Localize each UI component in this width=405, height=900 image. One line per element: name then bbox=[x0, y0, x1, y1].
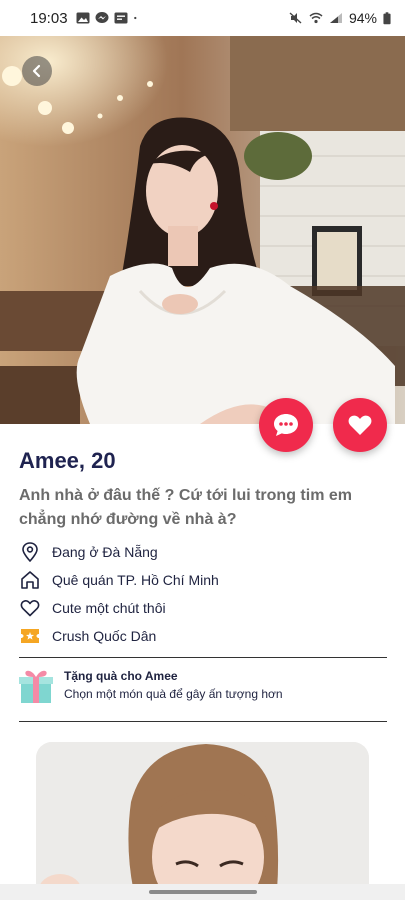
chevron-left-icon bbox=[32, 64, 41, 78]
heart-outline-icon bbox=[19, 597, 41, 619]
detail-text: Quê quán TP. Hồ Chí Minh bbox=[52, 572, 219, 588]
system-nav-bar bbox=[0, 884, 405, 900]
like-button[interactable] bbox=[333, 398, 387, 452]
detail-row-personality: Cute một chút thôi bbox=[19, 597, 166, 619]
profile-bio: Anh nhà ở đâu thế ? Cứ tới lui trong tim… bbox=[19, 487, 352, 528]
profile-photo-secondary-illustration bbox=[36, 742, 369, 900]
gift-text: Tặng quà cho Amee Chọn một món quà để gâ… bbox=[64, 669, 283, 701]
mute-icon bbox=[289, 12, 302, 24]
status-bar: 19:03 94% bbox=[0, 0, 405, 36]
location-pin-icon bbox=[19, 541, 41, 563]
back-button[interactable] bbox=[22, 56, 52, 86]
profile-name-age: Amee, 20 bbox=[19, 448, 116, 473]
detail-text: Crush Quốc Dân bbox=[52, 628, 157, 644]
gift-subtitle: Chọn một món quà để gây ấn tượng hơn bbox=[64, 687, 283, 701]
gift-title: Tặng quà cho Amee bbox=[64, 669, 178, 683]
messenger-icon bbox=[95, 12, 109, 23]
divider-top bbox=[19, 657, 387, 658]
ticket-icon bbox=[19, 625, 41, 647]
battery-percent: 94% bbox=[348, 10, 377, 26]
profile-photo-secondary[interactable] bbox=[36, 742, 369, 900]
divider-bottom bbox=[19, 721, 387, 722]
chat-bubble-icon bbox=[274, 414, 298, 436]
heart-icon bbox=[348, 415, 372, 435]
battery-icon bbox=[383, 11, 391, 24]
detail-text: Cute một chút thôi bbox=[52, 600, 166, 616]
wifi-icon bbox=[309, 12, 323, 24]
detail-text: Đang ở Đà Nẵng bbox=[52, 544, 158, 560]
home-icon bbox=[19, 569, 41, 591]
send-gift-row[interactable]: Tặng quà cho Amee Chọn một món quà để gâ… bbox=[19, 666, 283, 704]
message-icon bbox=[114, 12, 128, 24]
profile-photo-illustration bbox=[0, 36, 405, 424]
gallery-icon bbox=[76, 12, 90, 24]
detail-row-hometown: Quê quán TP. Hồ Chí Minh bbox=[19, 569, 219, 591]
detail-row-location: Đang ở Đà Nẵng bbox=[19, 541, 158, 563]
detail-row-title: Crush Quốc Dân bbox=[19, 625, 156, 647]
chat-button[interactable] bbox=[259, 398, 313, 452]
dot-icon bbox=[133, 16, 136, 20]
gift-box-icon bbox=[19, 670, 53, 703]
home-gesture-handle[interactable] bbox=[149, 890, 257, 894]
signal-icon bbox=[329, 13, 342, 23]
status-time: 19:03 bbox=[30, 9, 68, 27]
profile-photo[interactable] bbox=[0, 36, 405, 424]
